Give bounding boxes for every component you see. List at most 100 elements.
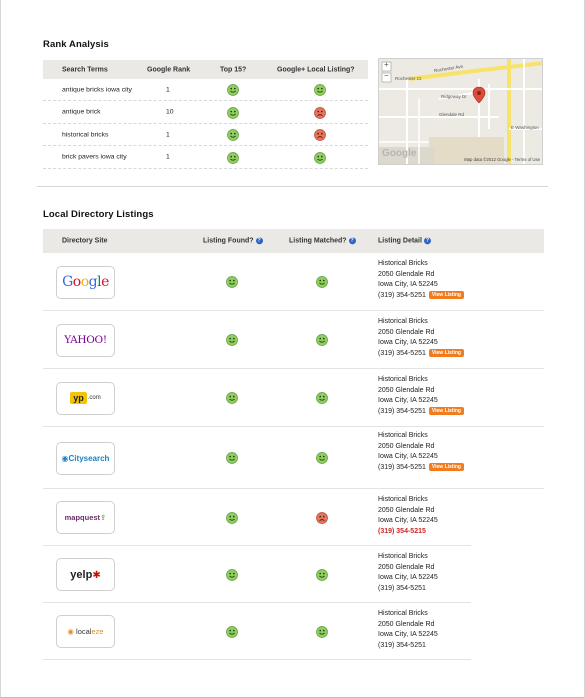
search-term: antique brick <box>62 108 101 116</box>
business-street: 2050 Glendale Rd <box>378 563 435 571</box>
phone-line: (319) 354-5251 <box>378 641 438 652</box>
search-term: antique bricks iowa city <box>62 86 132 93</box>
phone-line: (319) 354-5251 View Listing <box>378 406 464 418</box>
business-city: Iowa City, IA 52245 <box>378 574 438 581</box>
smiley-icon <box>227 129 239 141</box>
phone-line: (319) 354-5251 View Listing <box>378 348 464 360</box>
business-phone: (319) 354-5215 <box>378 527 426 535</box>
zoom-in-button[interactable]: + <box>384 60 389 69</box>
directory-row: yp .com Historical Bricks 2050 Glendale Rd I… <box>43 369 544 427</box>
business-city: Iowa City, IA 52245 <box>378 397 438 404</box>
help-icon[interactable]: ? <box>348 237 356 245</box>
localeze-logo[interactable]: ◉ localeze <box>56 615 115 648</box>
yelp-logo[interactable]: yelp✱ <box>56 558 115 591</box>
section-divider <box>37 186 548 187</box>
view-listing-button[interactable]: View Listing <box>428 290 464 299</box>
business-city: Iowa City, IA 52245 <box>378 281 438 288</box>
frown-icon <box>314 129 326 141</box>
smiley-icon <box>227 84 239 96</box>
business-city: Iowa City, IA 52245 <box>378 631 438 638</box>
business-street: 2050 Glendale Rd <box>378 620 435 628</box>
business-name: Historical Bricks <box>378 318 428 325</box>
listing-detail: Historical Bricks 2050 Glendale Rd Iowa Ci… <box>378 609 438 651</box>
google-rank-value: 1 <box>166 131 170 138</box>
business-name: Historical Bricks <box>378 260 428 267</box>
google-rank-value: 1 <box>166 153 170 161</box>
smiley-icon <box>226 568 238 581</box>
view-listing-button[interactable]: View Listing <box>428 462 464 471</box>
listing-detail: Historical Bricks 2050 Glendale Rd Iowa Ci… <box>378 495 438 537</box>
business-city: Iowa City, IA 52245 <box>378 339 438 346</box>
business-name: Historical Bricks <box>378 496 428 503</box>
listing-detail: Historical Bricks 2050 Glendale Rd Iowa Ci… <box>378 259 464 301</box>
business-phone: (319) 354-5251 <box>378 407 426 415</box>
phone-line: (319) 354-5215 <box>378 527 438 538</box>
phone-line: (319) 354-5251 View Listing <box>378 462 464 474</box>
search-term: historical bricks <box>62 131 109 138</box>
search-term: brick pavers iowa city <box>62 153 127 161</box>
listing-detail: Historical Bricks 2050 Glendale Rd Iowa Ci… <box>378 375 464 417</box>
view-listing-button[interactable]: View Listing <box>428 348 464 357</box>
ypcom-logo[interactable]: yp .com <box>56 381 115 415</box>
listing-detail: Historical Bricks 2050 Glendale Rd Iowa Ci… <box>378 431 464 473</box>
business-street: 2050 Glendale Rd <box>378 442 435 450</box>
smiley-icon <box>226 334 238 346</box>
business-name: Historical Bricks <box>378 376 428 383</box>
business-street: 2050 Glendale Rd <box>378 328 435 336</box>
google-logo[interactable]: Google <box>56 265 115 299</box>
mapquest-logo[interactable]: mapquest⇪ <box>56 501 115 534</box>
col-listing-found-label: Listing Found? <box>203 237 254 245</box>
zoom-out-button[interactable]: − <box>384 71 389 80</box>
yahoo-logo[interactable]: YAHOO! <box>56 323 115 357</box>
rank-row: brick pavers iowa city 1 <box>43 147 368 169</box>
directory-row: yelp✱ Historical Bricks 2050 Glendale Rd Io… <box>43 546 471 603</box>
col-top15: Top 15? <box>220 66 247 73</box>
smiley-icon <box>314 84 326 96</box>
frown-icon <box>316 511 328 524</box>
map-attribution[interactable]: Map data ©2012 Google - Terms of Use <box>464 157 540 162</box>
rank-row: antique brick 10 <box>43 102 368 124</box>
business-street: 2050 Glendale Rd <box>378 386 435 394</box>
smiley-icon <box>226 511 238 524</box>
location-map[interactable]: + − Rochester Ct Rochester Ave Ridgeway … <box>378 58 543 165</box>
col-listing-found: Listing Found?? <box>203 237 263 245</box>
smiley-icon <box>226 452 238 464</box>
business-name: Historical Bricks <box>378 610 428 617</box>
smiley-icon <box>316 334 328 346</box>
col-listing-matched: Listing Matched?? <box>289 237 356 245</box>
rank-analysis-title: Rank Analysis <box>43 39 109 50</box>
smiley-icon <box>316 568 328 581</box>
smiley-icon <box>314 151 326 164</box>
listing-detail: Historical Bricks 2050 Glendale Rd Iowa Ci… <box>378 317 464 359</box>
col-google-local: Google+ Local Listing? <box>277 66 355 73</box>
smiley-icon <box>226 625 238 638</box>
smiley-icon <box>226 276 238 288</box>
directory-title: Local Directory Listings <box>43 209 154 220</box>
business-street: 2050 Glendale Rd <box>378 506 435 514</box>
col-listing-matched-label: Listing Matched? <box>289 237 347 245</box>
rank-row: historical bricks 1 <box>43 124 368 146</box>
help-icon[interactable]: ? <box>255 237 263 245</box>
map-street-label: Rochester Ct <box>395 76 422 81</box>
smiley-icon <box>227 106 239 119</box>
business-city: Iowa City, IA 52245 <box>378 517 438 524</box>
business-phone: (319) 354-5251 <box>378 349 426 357</box>
directory-row: ◉Citysearch Historical Bricks 2050 Glendal… <box>43 427 544 489</box>
rank-table-header: Search Terms Google Rank Top 15? Google+… <box>43 60 368 79</box>
smiley-icon <box>226 392 238 404</box>
col-listing-detail-label: Listing Detail <box>378 237 422 245</box>
map-street-label: Glendale Rd <box>439 112 465 117</box>
view-listing-button[interactable]: View Listing <box>428 406 464 415</box>
col-google-rank: Google Rank <box>147 66 191 73</box>
col-listing-detail: Listing Detail? <box>378 237 431 245</box>
help-icon[interactable]: ? <box>423 237 431 245</box>
business-street: 2050 Glendale Rd <box>378 270 435 278</box>
directory-row: Google Historical Bricks 2050 Glendale Rd I… <box>43 253 544 311</box>
frown-icon <box>314 106 326 119</box>
directory-table-header: Directory Site Listing Found?? Listing M… <box>43 229 544 253</box>
business-city: Iowa City, IA 52245 <box>378 453 438 460</box>
business-phone: (319) 354-5251 <box>378 641 426 649</box>
citysearch-logo[interactable]: ◉Citysearch <box>56 441 115 475</box>
directory-row: YAHOO! Historical Bricks 2050 Glendale Rd I… <box>43 311 544 369</box>
google-rank-value: 10 <box>166 108 174 116</box>
